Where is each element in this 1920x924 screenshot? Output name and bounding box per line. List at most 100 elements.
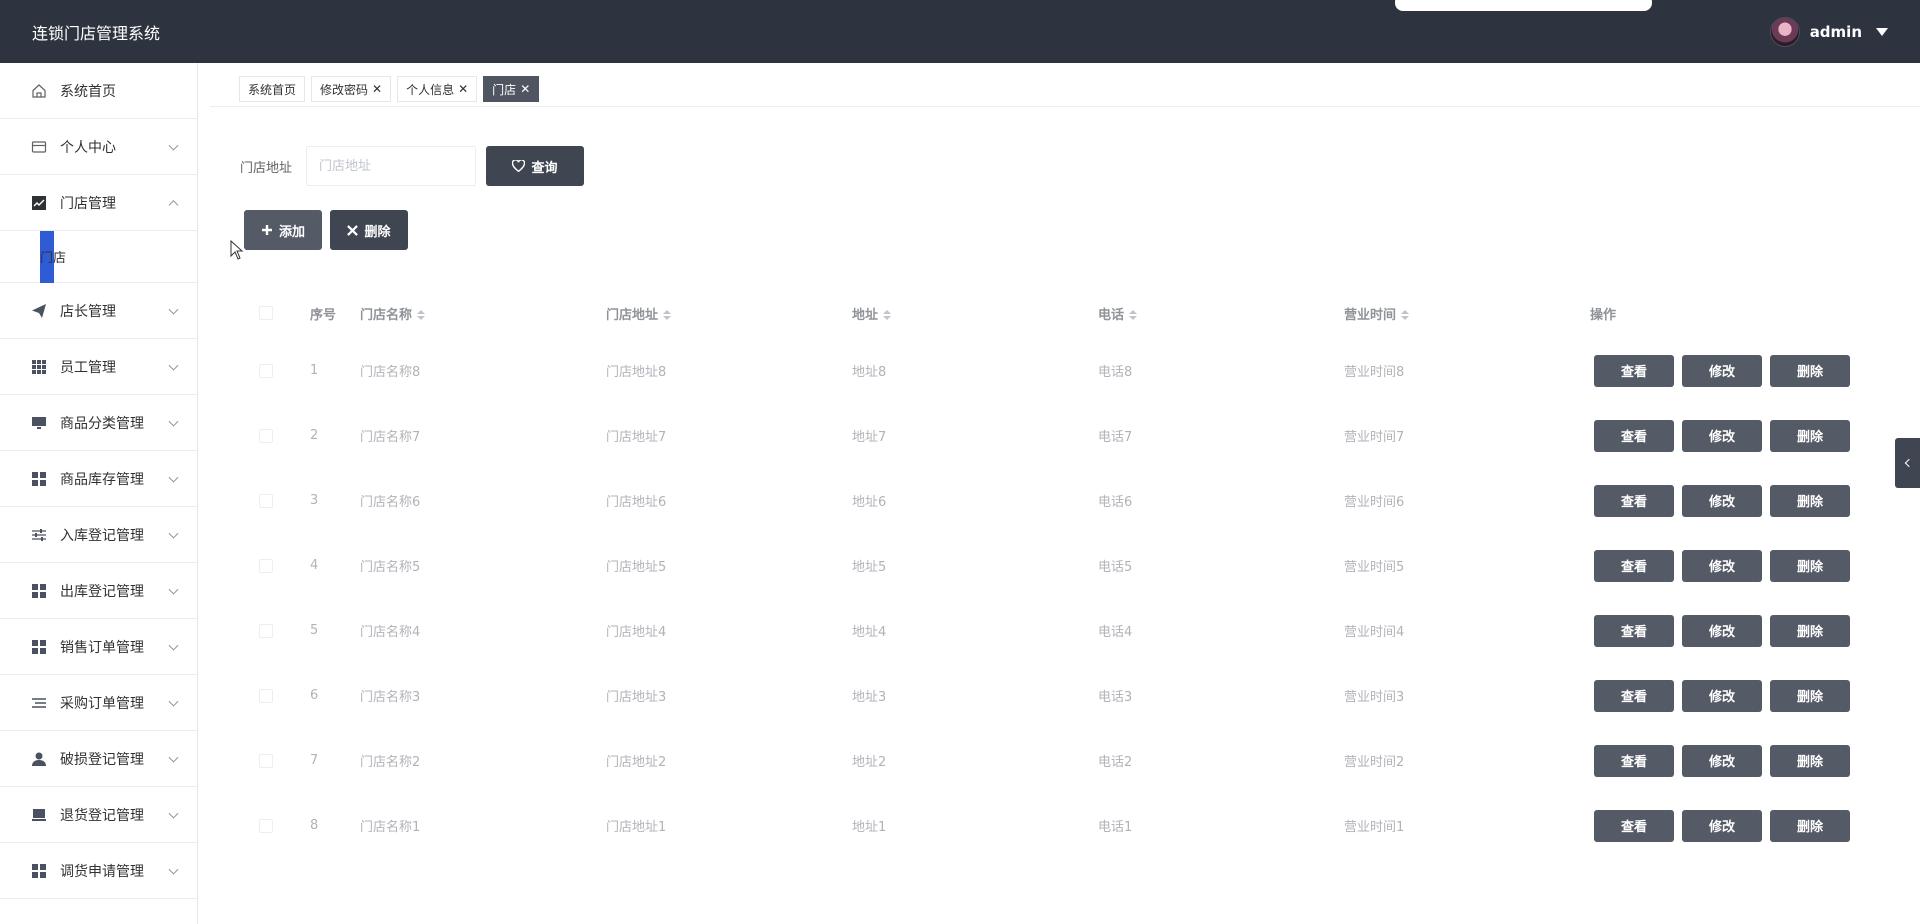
- sidebar-item-6[interactable]: 商品库存管理: [0, 451, 197, 507]
- query-button[interactable]: 查询: [486, 146, 584, 186]
- row-checkbox[interactable]: [259, 753, 273, 768]
- cell-store-address: 门店地址7: [606, 430, 667, 445]
- tab-label: 修改密码: [320, 82, 369, 97]
- sidebar-item-2[interactable]: 门店管理: [0, 175, 197, 231]
- col-hours[interactable]: 营业时间: [1344, 304, 1410, 323]
- chevron-down-icon: [168, 140, 179, 151]
- select-all-checkbox[interactable]: [259, 306, 273, 320]
- user-name[interactable]: admin: [1810, 23, 1862, 41]
- edit-button[interactable]: 修改: [1682, 679, 1762, 712]
- tab-1[interactable]: 修改密码 ✕: [311, 76, 392, 102]
- row-checkbox[interactable]: [259, 623, 273, 638]
- sort-icon[interactable]: [417, 310, 426, 320]
- grid-icon: [30, 358, 48, 376]
- view-button[interactable]: 查看: [1594, 419, 1674, 452]
- view-button[interactable]: 查看: [1594, 744, 1674, 777]
- edit-button[interactable]: 修改: [1682, 484, 1762, 517]
- submenu-item-store[interactable]: 门店: [0, 231, 197, 283]
- sort-icon[interactable]: [1129, 310, 1138, 320]
- cell-store-name: 门店名称8: [360, 365, 421, 380]
- user-menu[interactable]: admin: [1769, 16, 1888, 47]
- row-actions: 查看 修改 删除: [1594, 354, 1850, 387]
- col-store-name[interactable]: 门店名称: [360, 304, 426, 323]
- edit-button[interactable]: 修改: [1682, 809, 1762, 842]
- cell-hours: 营业时间7: [1344, 430, 1405, 445]
- table-row: 6 门店名称3 门店地址3 地址3 电话3 营业时间3 查看 修改 删除: [244, 663, 1864, 728]
- row-checkbox[interactable]: [259, 558, 273, 573]
- store-address-input[interactable]: [306, 146, 476, 186]
- sidebar-item-7[interactable]: 入库登记管理: [0, 507, 197, 563]
- row-checkbox[interactable]: [259, 688, 273, 703]
- view-button[interactable]: 查看: [1594, 679, 1674, 712]
- sidebar-item-8[interactable]: 出库登记管理: [0, 563, 197, 619]
- sidebar-item-11[interactable]: 破损登记管理: [0, 731, 197, 787]
- col-store-address[interactable]: 门店地址: [606, 304, 672, 323]
- avatar[interactable]: [1769, 16, 1800, 47]
- view-button[interactable]: 查看: [1594, 354, 1674, 387]
- sort-icon[interactable]: [883, 310, 892, 320]
- table-row: 7 门店名称2 门店地址2 地址2 电话2 营业时间2 查看 修改 删除: [244, 728, 1864, 793]
- delete-button[interactable]: 删除: [1770, 354, 1850, 387]
- sort-icon[interactable]: [663, 310, 672, 320]
- bulk-delete-button[interactable]: 删除: [330, 210, 408, 250]
- sidebar-item-0[interactable]: 系统首页: [0, 63, 197, 119]
- list-icon: [30, 694, 48, 712]
- sidebar-item-10[interactable]: 采购订单管理: [0, 675, 197, 731]
- cell-hours: 营业时间2: [1344, 755, 1405, 770]
- close-icon[interactable]: ✕: [458, 82, 468, 96]
- view-button[interactable]: 查看: [1594, 549, 1674, 582]
- delete-button[interactable]: 删除: [1770, 549, 1850, 582]
- sidebar-item-3[interactable]: 店长管理: [0, 283, 197, 339]
- chevron-down-icon: [168, 640, 179, 651]
- delete-button[interactable]: 删除: [1770, 484, 1850, 517]
- view-button[interactable]: 查看: [1594, 809, 1674, 842]
- row-checkbox[interactable]: [259, 428, 273, 443]
- tab-0[interactable]: 系统首页: [239, 76, 306, 102]
- sidebar-item-13[interactable]: 调货申请管理: [0, 843, 197, 899]
- cell-phone: 电话2: [1098, 755, 1133, 770]
- caret-down-icon[interactable]: [1876, 27, 1888, 36]
- cell-address: 地址7: [852, 430, 887, 445]
- add-button[interactable]: 添加: [244, 210, 322, 250]
- sidebar-item-12[interactable]: 退货登记管理: [0, 787, 197, 843]
- sidebar-item-4[interactable]: 员工管理: [0, 339, 197, 395]
- col-store-address-label: 门店地址: [606, 307, 659, 323]
- sidebar-item-label: 采购订单管理: [60, 695, 144, 712]
- sidebar-item-label: 出库登记管理: [60, 583, 144, 600]
- cell-phone: 电话8: [1098, 365, 1133, 380]
- row-checkbox[interactable]: [259, 363, 273, 378]
- edit-button[interactable]: 修改: [1682, 744, 1762, 777]
- row-checkbox[interactable]: [259, 493, 273, 508]
- row-actions: 查看 修改 删除: [1594, 419, 1850, 452]
- view-button[interactable]: 查看: [1594, 484, 1674, 517]
- tab-2[interactable]: 个人信息 ✕: [397, 76, 478, 102]
- delete-button[interactable]: 删除: [1770, 419, 1850, 452]
- header-search-pill[interactable]: [1395, 0, 1652, 11]
- delete-button[interactable]: 删除: [1770, 614, 1850, 647]
- edit-button[interactable]: 修改: [1682, 549, 1762, 582]
- tab-3[interactable]: 门店 ✕: [483, 76, 540, 102]
- tab-label: 个人信息: [406, 82, 455, 97]
- close-icon[interactable]: ✕: [372, 82, 382, 96]
- sidebar-item-9[interactable]: 销售订单管理: [0, 619, 197, 675]
- col-address[interactable]: 地址: [852, 304, 892, 323]
- edit-button[interactable]: 修改: [1682, 614, 1762, 647]
- delete-button[interactable]: 删除: [1770, 744, 1850, 777]
- delete-button[interactable]: 删除: [1770, 679, 1850, 712]
- edit-button[interactable]: 修改: [1682, 354, 1762, 387]
- sort-icon[interactable]: [1401, 310, 1410, 320]
- close-icon[interactable]: ✕: [520, 82, 530, 96]
- col-phone[interactable]: 电话: [1098, 304, 1138, 323]
- cell-address: 地址6: [852, 495, 887, 510]
- row-actions: 查看 修改 删除: [1594, 484, 1850, 517]
- sidebar-item-1[interactable]: 个人中心: [0, 119, 197, 175]
- col-hours-label: 营业时间: [1344, 307, 1397, 323]
- sidebar-item-5[interactable]: 商品分类管理: [0, 395, 197, 451]
- view-button[interactable]: 查看: [1594, 614, 1674, 647]
- sidebar-item-label: 调货申请管理: [60, 863, 144, 880]
- cell-store-address: 门店地址5: [606, 560, 667, 575]
- delete-button[interactable]: 删除: [1770, 809, 1850, 842]
- drawer-toggle-button[interactable]: [1895, 438, 1920, 488]
- row-checkbox[interactable]: [259, 818, 273, 833]
- edit-button[interactable]: 修改: [1682, 419, 1762, 452]
